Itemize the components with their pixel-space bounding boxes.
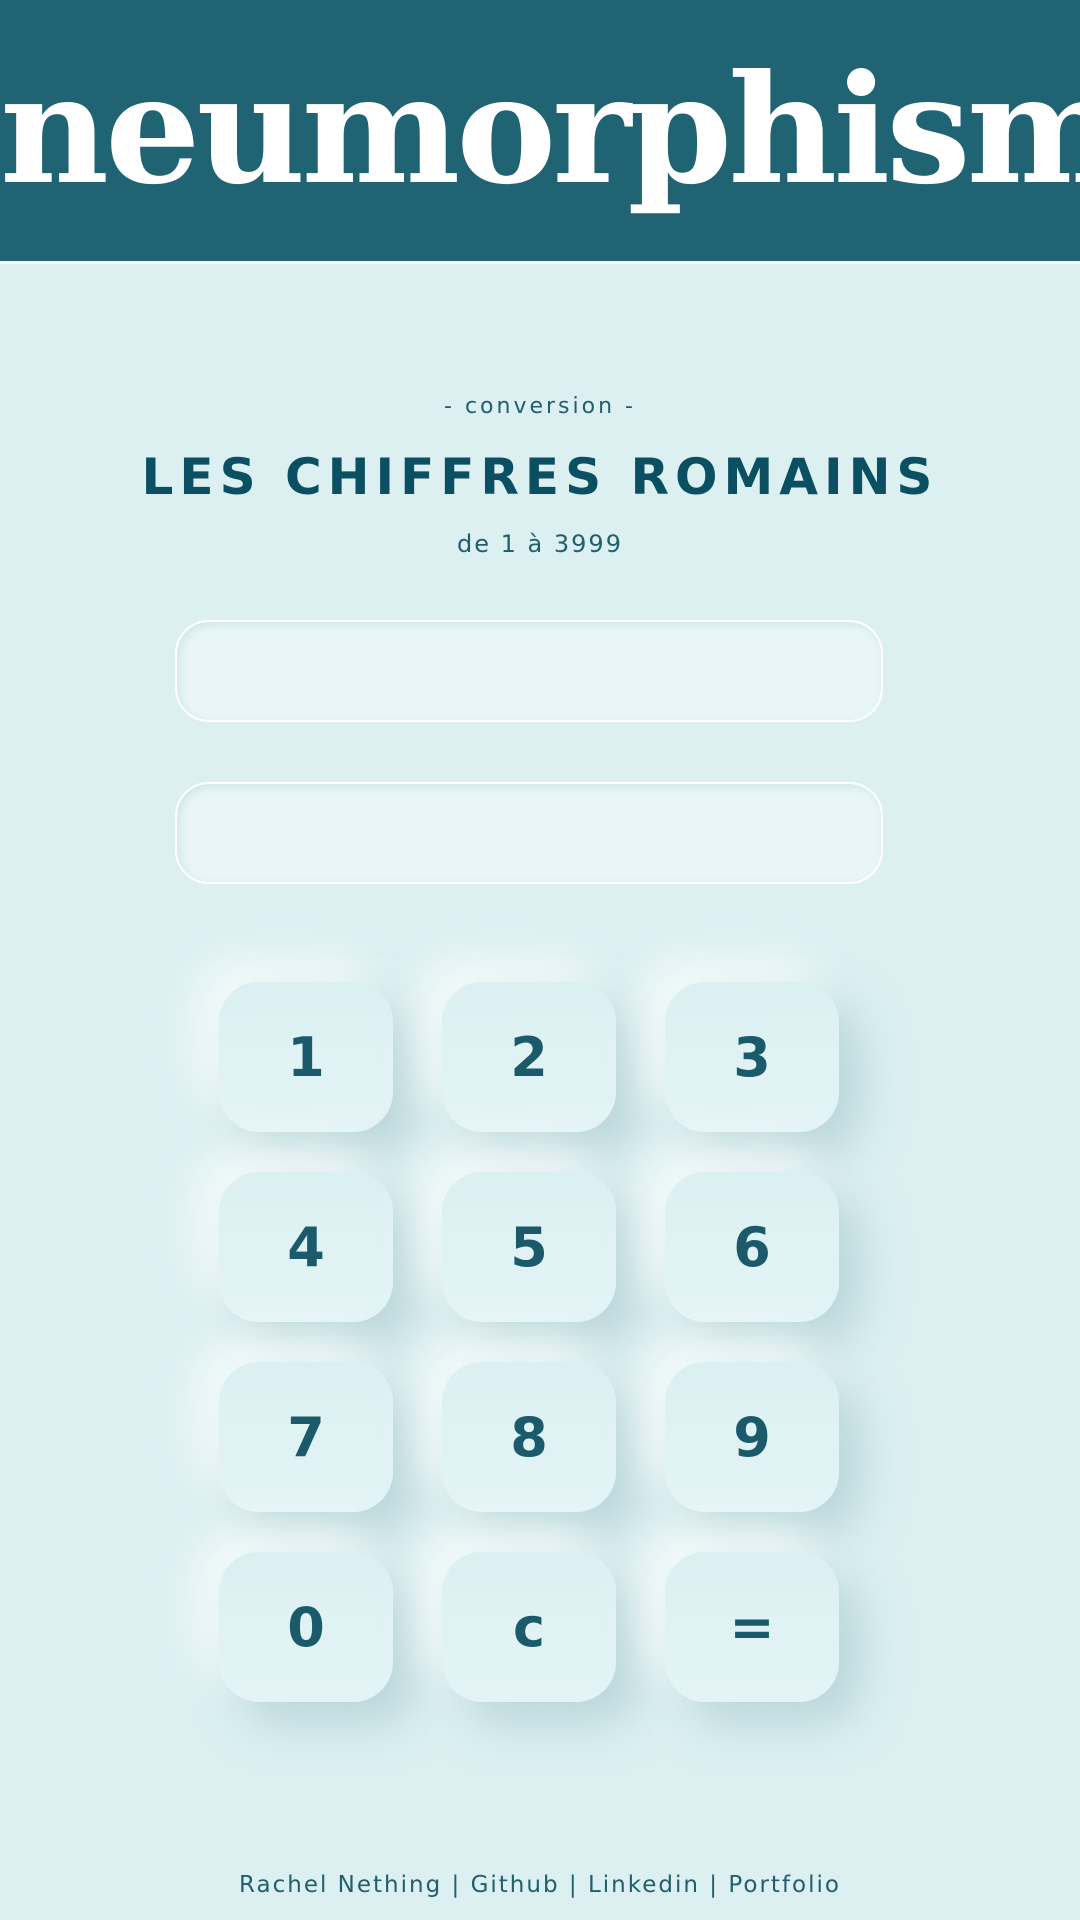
footer-separator: | (568, 1872, 579, 1898)
footer-separator: | (709, 1872, 720, 1898)
key-2-button[interactable]: 2 (442, 982, 616, 1132)
key-5-button[interactable]: 5 (442, 1172, 616, 1322)
keypad: 1 2 3 4 5 6 7 8 9 0 c = (0, 0, 1080, 1920)
footer-separator: | (451, 1872, 462, 1898)
footer-linkedin-link[interactable]: Linkedin (588, 1872, 700, 1898)
key-6-button[interactable]: 6 (665, 1172, 839, 1322)
key-0-button[interactable]: 0 (219, 1552, 393, 1702)
key-9-button[interactable]: 9 (665, 1362, 839, 1512)
equals-button[interactable]: = (665, 1552, 839, 1702)
footer-github-link[interactable]: Github (471, 1872, 560, 1898)
key-3-button[interactable]: 3 (665, 982, 839, 1132)
footer-author-name: Rachel Nething (239, 1872, 443, 1898)
footer-portfolio-link[interactable]: Portfolio (728, 1872, 841, 1898)
key-8-button[interactable]: 8 (442, 1362, 616, 1512)
footer: Rachel Nething | Github | Linkedin | Por… (0, 1872, 1080, 1898)
key-1-button[interactable]: 1 (219, 982, 393, 1132)
key-7-button[interactable]: 7 (219, 1362, 393, 1512)
clear-button[interactable]: c (442, 1552, 616, 1702)
key-4-button[interactable]: 4 (219, 1172, 393, 1322)
